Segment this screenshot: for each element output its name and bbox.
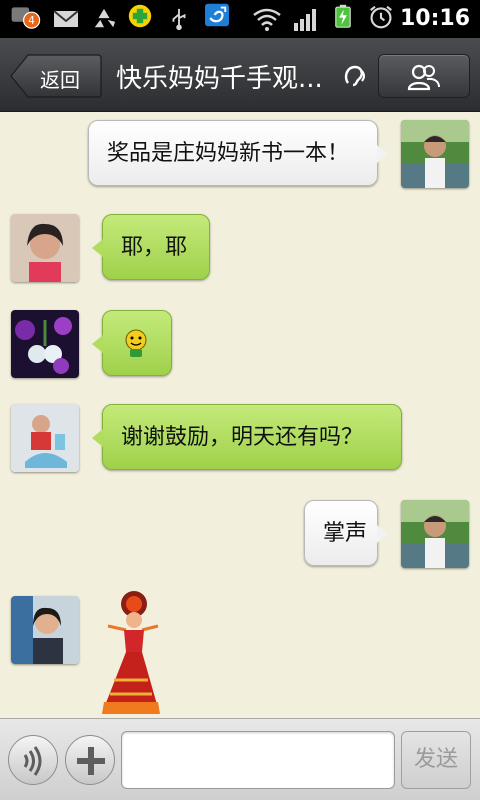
- avatar-self[interactable]: [401, 120, 469, 188]
- status-bar: 4 10:16: [0, 0, 480, 38]
- voice-icon: [23, 746, 42, 776]
- avatar-child-icon: [11, 404, 79, 472]
- avatar-member[interactable]: [11, 404, 79, 472]
- message-text: 奖品是庄妈妈新书一本！: [107, 141, 350, 166]
- avatar-man-icon: [401, 120, 469, 188]
- message-bubble-in[interactable]: 耶，耶: [92, 214, 210, 280]
- contacts-button[interactable]: [378, 54, 470, 98]
- avatar-woman-icon: [11, 214, 79, 282]
- message-text: 谢谢鼓励，明天还有吗？: [121, 425, 364, 450]
- chat-area[interactable]: 奖品是庄妈妈新书一本！ 耶，耶 谢谢鼓励，明天还有吗？ 掌声: [0, 112, 480, 718]
- message-bubble-in[interactable]: 谢谢鼓励，明天还有吗？: [92, 404, 402, 470]
- status-time: 10:16: [399, 6, 470, 31]
- avatar-member[interactable]: [11, 214, 79, 282]
- voice-button[interactable]: [8, 735, 58, 785]
- avatar-self[interactable]: [401, 500, 469, 568]
- message-bubble-out[interactable]: 奖品是庄妈妈新书一本！: [88, 120, 388, 186]
- mail-icon: [53, 10, 79, 27]
- wifi-icon: [253, 8, 281, 31]
- avatar-girl-icon: [11, 596, 79, 664]
- plus-app-icon: [128, 4, 152, 28]
- input-bar: 发送: [0, 718, 480, 800]
- earpiece-icon: [344, 65, 365, 87]
- message-bubble-in[interactable]: [92, 310, 172, 376]
- plus-icon: [77, 747, 105, 775]
- title-bar: 返回 快乐妈妈千手观...: [0, 38, 480, 112]
- message-input[interactable]: [121, 731, 395, 789]
- avatar-flower-icon: [11, 310, 79, 378]
- battery-icon: [335, 4, 351, 28]
- back-button[interactable]: 返回: [10, 54, 102, 98]
- chat-title: 快乐妈妈千手观...: [116, 64, 323, 94]
- notification-badge-icon: 4: [11, 7, 41, 29]
- app-s-icon: [205, 3, 229, 27]
- svg-text:4: 4: [28, 15, 35, 27]
- back-label: 返回: [40, 68, 80, 92]
- contacts-icon: [407, 64, 440, 91]
- alarm-icon: [370, 5, 392, 29]
- message-text: 掌声: [323, 521, 368, 546]
- usb-icon: [172, 8, 186, 31]
- plus-button[interactable]: [65, 735, 115, 785]
- message-text: 耶，耶: [121, 235, 188, 260]
- smiley-emoji-icon: [125, 329, 147, 357]
- send-button[interactable]: 发送: [401, 731, 471, 789]
- message-bubble-out[interactable]: 掌声: [304, 500, 388, 566]
- avatar-member[interactable]: [11, 596, 79, 664]
- recycle-icon: [94, 8, 116, 28]
- dancer-sticker-icon[interactable]: [100, 590, 162, 714]
- avatar-member[interactable]: [11, 310, 79, 378]
- signal-icon: [294, 9, 316, 31]
- avatar-man-icon: [401, 500, 469, 568]
